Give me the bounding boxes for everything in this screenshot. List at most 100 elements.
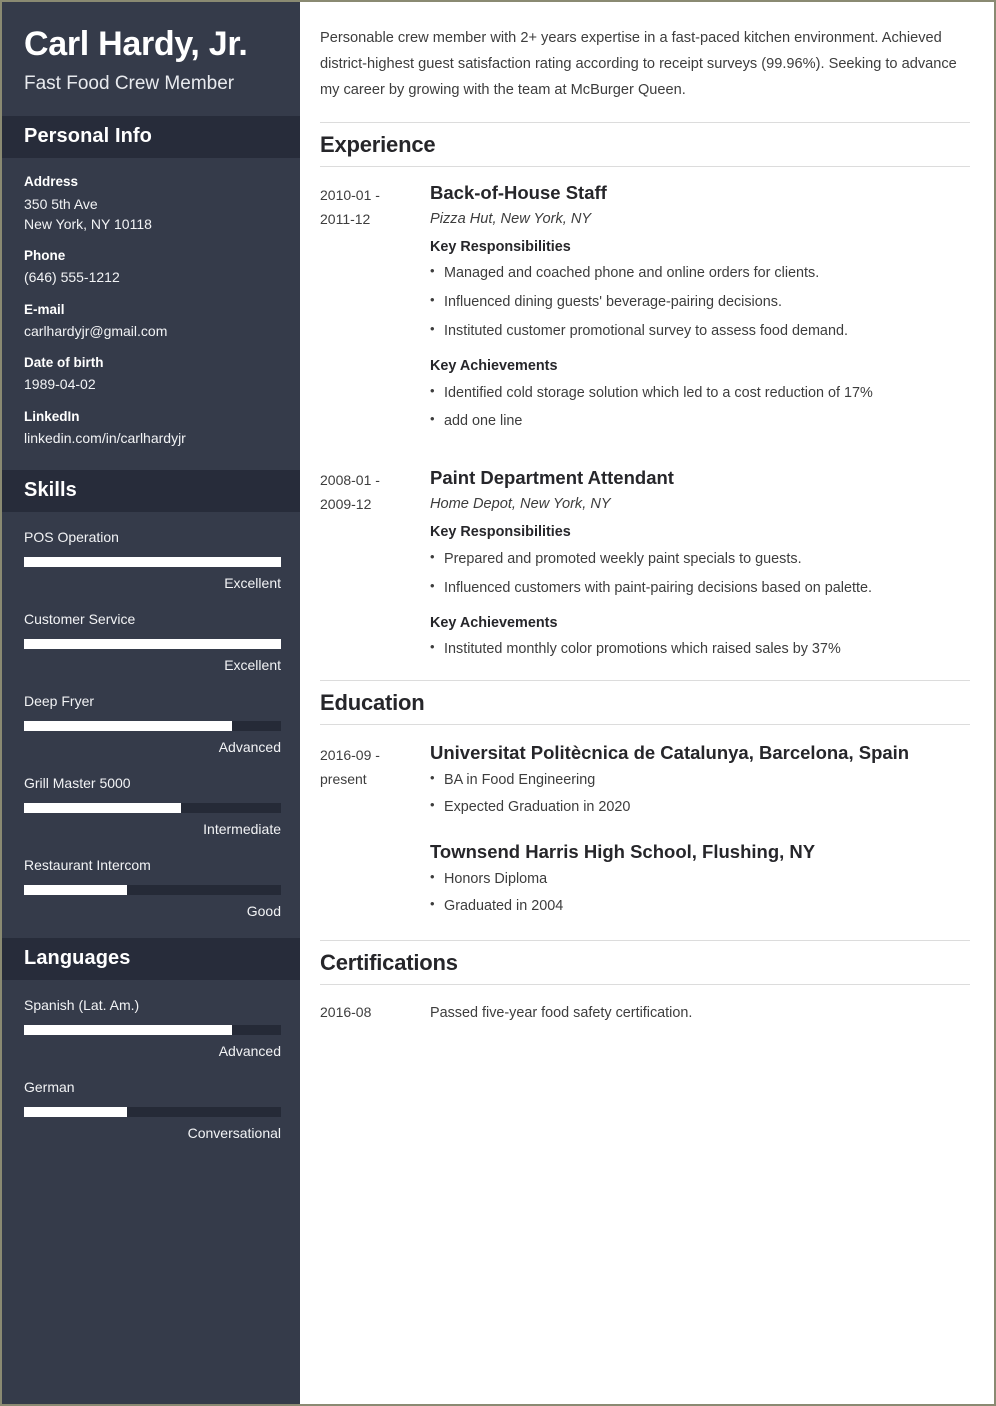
experience-job-title: Back-of-House Staff — [430, 181, 607, 203]
language-level: Conversational — [187, 1125, 281, 1142]
name-block: Carl Hardy, Jr. Fast Food Crew Member — [2, 2, 300, 117]
education-entry-date: 2016-09 - present — [320, 741, 430, 791]
experience-entry-body: Back-of-House Staff Pizza Hut, New York,… — [430, 181, 970, 447]
date-from: 2008-01 - — [320, 472, 380, 489]
responsibilities-list: Managed and coached phone and online ord… — [430, 262, 970, 350]
info-label: E-mail — [24, 301, 65, 317]
responsibilities-heading: Key Responsibilities — [430, 239, 571, 255]
info-label: Phone — [24, 248, 66, 264]
education-heading: Education — [320, 679, 970, 725]
achievements-heading: Key Achievements — [430, 358, 558, 375]
list-item: add one line — [430, 410, 970, 440]
skill-bar-fill — [24, 885, 127, 896]
date-to: 2011-12 — [320, 210, 371, 227]
experience-entry-date: 2008-01 - 2009-12 — [320, 466, 430, 516]
skill-item: Deep Fryer Advanced — [24, 692, 281, 756]
skill-item: Restaurant Intercom Good — [24, 856, 281, 920]
list-item: Identified cold storage solution which l… — [430, 382, 970, 412]
skill-bar-track — [24, 885, 281, 896]
experience-entry: 2010-01 - 2011-12 Back-of-House Staff Pi… — [320, 167, 970, 452]
info-value: 1989-04-02 — [24, 376, 96, 393]
education-school-name: Townsend Harris High School, Flushing, N… — [430, 840, 816, 862]
skill-name: Customer Service — [24, 611, 136, 628]
experience-entry: 2008-01 - 2009-12 Paint Department Atten… — [320, 452, 970, 680]
language-name: German — [24, 1079, 75, 1096]
list-item: Influenced dining guests' beverage-pairi… — [430, 291, 970, 321]
certification-entry: 2016-08 Passed five-year food safety cer… — [320, 985, 970, 1023]
education-points-list: BA in Food Engineering Expected Graduati… — [430, 769, 970, 824]
language-bar-fill — [24, 1107, 127, 1118]
achievements-list: Instituted monthly color promotions whic… — [430, 638, 970, 668]
skill-level: Advanced — [218, 739, 281, 756]
skill-bar-fill — [24, 557, 281, 568]
date-to: 2009-12 — [320, 496, 372, 513]
section-experience: Experience 2010-01 - 2011-12 Back-of-Hou… — [320, 121, 970, 680]
education-entry: 2016-09 - present Universitat Politècnic… — [320, 725, 970, 940]
date-from: 2016-09 - — [320, 746, 380, 763]
skill-bar-track — [24, 557, 281, 568]
list-item: Graduated in 2004 — [430, 895, 970, 923]
skill-name: Deep Fryer — [24, 693, 95, 710]
list-item: Influenced customers with paint-pairing … — [430, 577, 970, 607]
languages-heading: Languages — [24, 947, 131, 970]
language-bar-track — [24, 1107, 281, 1118]
language-level: Advanced — [218, 1043, 281, 1060]
skill-bar-fill — [24, 721, 233, 732]
certifications-heading: Certifications — [320, 939, 970, 985]
main-content: Personable crew member with 2+ years exp… — [300, 2, 994, 1404]
info-label: Date of birth — [24, 355, 104, 371]
experience-job-title: Paint Department Attendant — [430, 467, 674, 489]
skills-heading: Skills — [24, 479, 77, 502]
info-item-address: Address 350 5th Ave New York, NY 10118 — [24, 172, 280, 234]
info-item-date-of-birth: Date of birth 1989-04-02 — [24, 353, 280, 395]
experience-entry-body: Paint Department Attendant Home Depot, N… — [430, 466, 970, 675]
section-certifications: Certifications 2016-08 Passed five-year … — [320, 939, 970, 1023]
info-item-linkedin: LinkedIn linkedin.com/in/carlhardyjr — [24, 407, 280, 449]
list-item: Instituted customer promotional survey t… — [430, 320, 970, 350]
info-item-phone: Phone (646) 555-1212 — [24, 246, 280, 288]
skills-list: POS Operation Excellent Customer Service… — [2, 512, 300, 938]
skill-level: Good — [246, 903, 281, 920]
responsibilities-heading: Key Responsibilities — [430, 524, 571, 541]
skill-bar-track — [24, 721, 281, 732]
education-school: Townsend Harris High School, Flushing, N… — [430, 840, 970, 923]
skill-level: Excellent — [224, 657, 281, 674]
skill-name: Restaurant Intercom — [24, 857, 151, 874]
info-value[interactable]: linkedin.com/in/carlhardyjr — [24, 428, 280, 448]
info-value-line2: New York, NY 10118 — [24, 215, 152, 232]
skill-item: POS Operation Excellent — [24, 528, 281, 592]
info-value: (646) 555-1212 — [24, 269, 120, 286]
skill-item: Grill Master 5000 Intermediate — [24, 774, 281, 838]
list-item: Expected Graduation in 2020 — [430, 796, 970, 824]
education-school-name: Universitat Politècnica de Catalunya, Ba… — [430, 741, 910, 763]
language-bar-track — [24, 1025, 281, 1036]
experience-heading: Experience — [320, 121, 970, 167]
professional-summary: Personable crew member with 2+ years exp… — [320, 30, 957, 98]
achievements-heading: Key Achievements — [430, 614, 558, 631]
personal-info-heading: Personal Info — [24, 125, 152, 148]
candidate-name: Carl Hardy, Jr. — [24, 25, 248, 63]
list-item: BA in Food Engineering — [430, 769, 970, 797]
info-value[interactable]: carlhardyjr@gmail.com — [24, 321, 280, 341]
education-points-list: Honors Diploma Graduated in 2004 — [430, 868, 970, 923]
info-label: LinkedIn — [24, 408, 80, 424]
skill-item: Customer Service Excellent — [24, 610, 281, 674]
candidate-job-title: Fast Food Crew Member — [24, 73, 235, 95]
skill-bar-track — [24, 803, 281, 814]
responsibilities-list: Prepared and promoted weekly paint speci… — [430, 548, 970, 607]
sidebar-section-header-languages: Languages — [2, 938, 300, 981]
language-item: Spanish (Lat. Am.) Advanced — [24, 996, 281, 1060]
experience-company: Pizza Hut, New York, NY — [430, 211, 592, 228]
languages-list: Spanish (Lat. Am.) Advanced German Conve… — [2, 980, 300, 1160]
sidebar-section-header-skills: Skills — [2, 470, 300, 513]
info-item-email: E-mail carlhardyjr@gmail.com — [24, 300, 280, 342]
resume-page: Carl Hardy, Jr. Fast Food Crew Member Pe… — [0, 0, 996, 1406]
skill-bar-track — [24, 639, 281, 650]
date-from: 2010-01 - — [320, 186, 380, 203]
certification-text: Passed five-year food safety certificati… — [430, 1004, 693, 1021]
experience-entry-date: 2010-01 - 2011-12 — [320, 181, 430, 231]
sidebar: Carl Hardy, Jr. Fast Food Crew Member Pe… — [2, 2, 300, 1404]
language-bar-fill — [24, 1025, 233, 1036]
skill-bar-fill — [24, 639, 281, 650]
personal-info-list: Address 350 5th Ave New York, NY 10118 P… — [2, 158, 300, 470]
